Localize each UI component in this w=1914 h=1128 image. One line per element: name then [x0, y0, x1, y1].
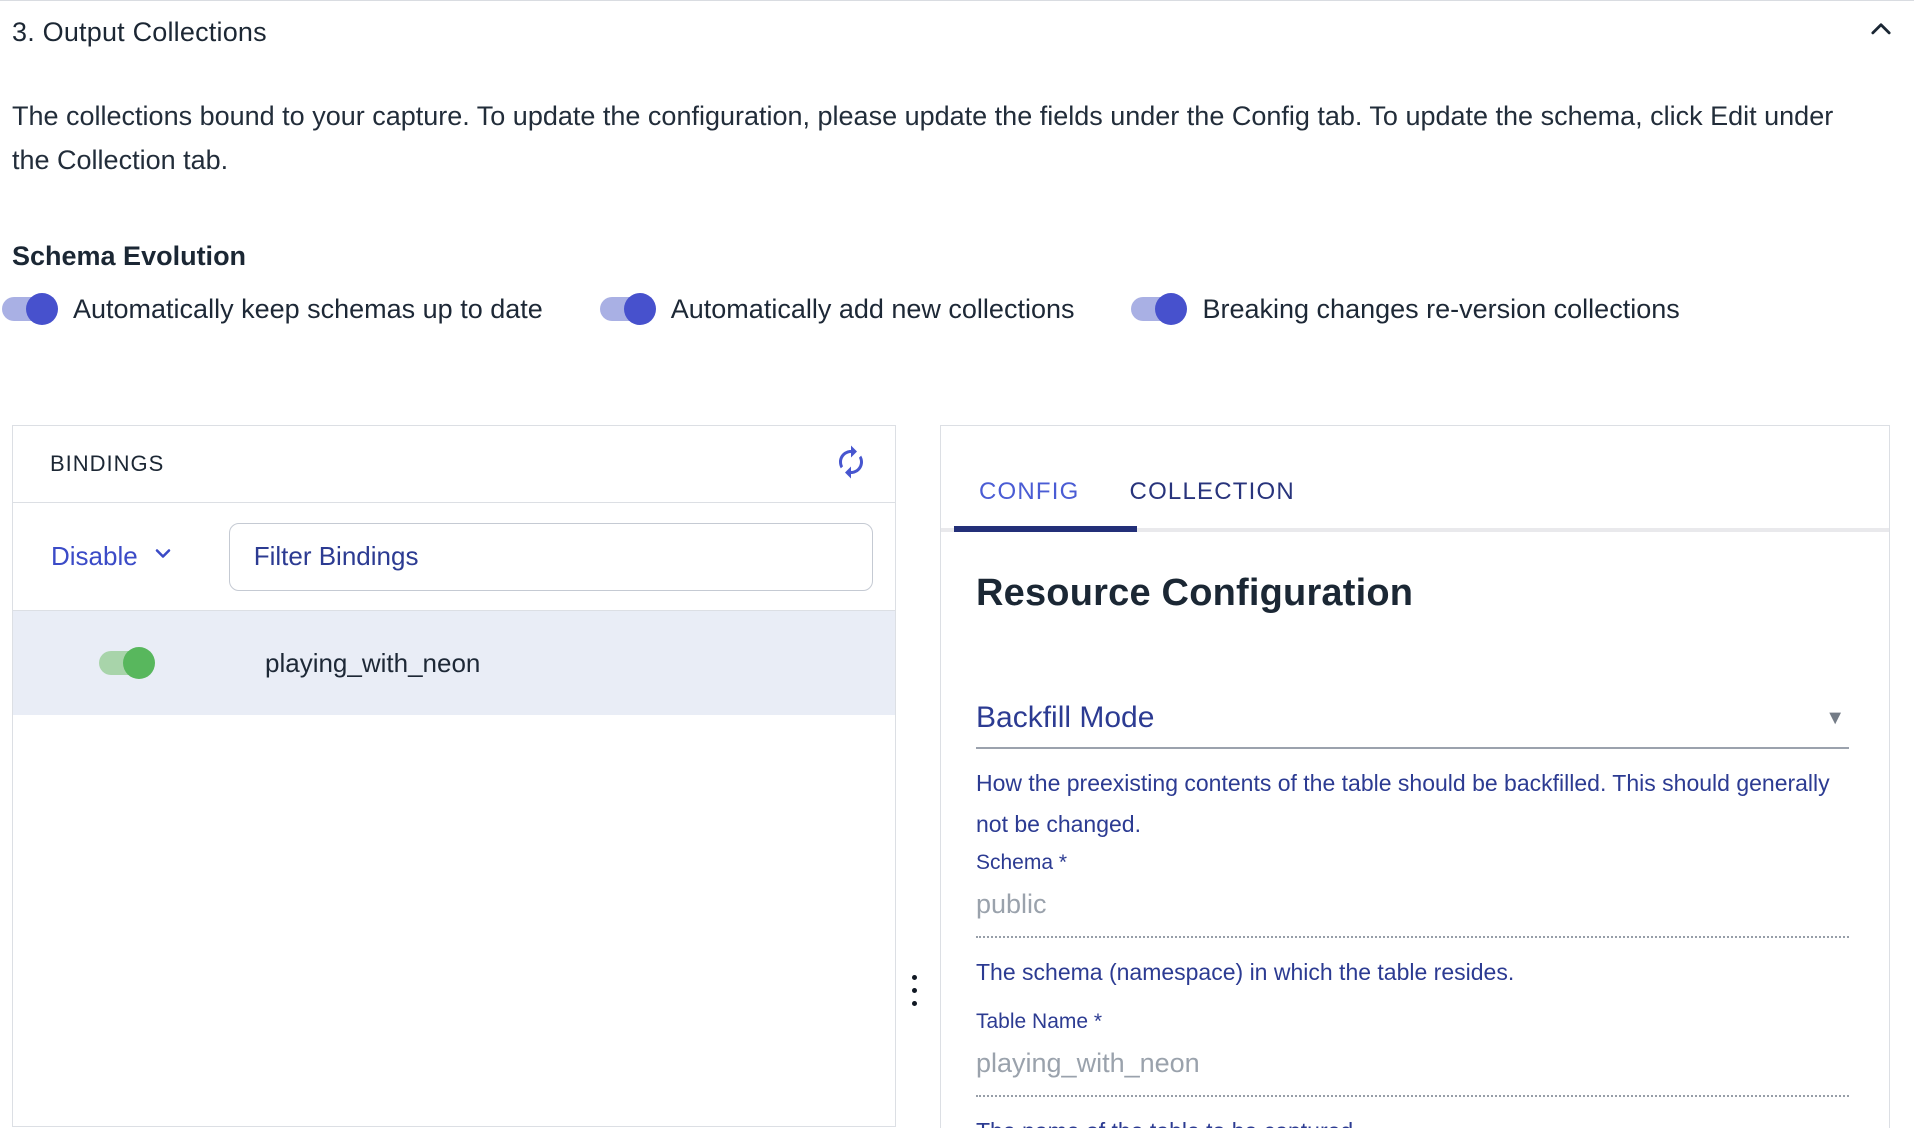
binding-row[interactable]: playing_with_neon	[13, 611, 895, 715]
section-description: The collections bound to your capture. T…	[12, 94, 1857, 182]
toggle-breaking-changes: Breaking changes re-version collections	[1131, 293, 1679, 325]
config-content: Resource Configuration Backfill Mode ▼ H…	[941, 572, 1889, 1128]
table-name-field-label: Table Name *	[976, 1010, 1849, 1034]
backfill-mode-select[interactable]: Backfill Mode ▼	[976, 701, 1849, 749]
output-collections-section: 3. Output Collections The collections bo…	[0, 0, 1914, 1128]
binding-name: playing_with_neon	[265, 648, 480, 679]
switch-knob	[624, 293, 656, 325]
tab-config[interactable]: CONFIG	[954, 426, 1105, 532]
refresh-bindings-button[interactable]	[831, 444, 871, 484]
backfill-mode-label: Backfill Mode	[976, 701, 1154, 735]
schema-field-description: The schema (namespace) in which the tabl…	[976, 952, 1849, 992]
schema-field-label: Schema *	[976, 851, 1849, 875]
toggle-keep-schemas: Automatically keep schemas up to date	[2, 293, 543, 325]
table-name-field-input	[976, 1048, 1849, 1079]
tab-list: CONFIG COLLECTION	[954, 426, 1320, 532]
chevron-down-icon	[151, 541, 175, 572]
switch-knob	[26, 293, 58, 325]
switch-knob	[1155, 293, 1187, 325]
toggle-label: Automatically keep schemas up to date	[73, 294, 543, 325]
disable-dropdown-label: Disable	[51, 541, 138, 572]
bindings-title: BINDINGS	[50, 451, 164, 477]
keep-schemas-switch[interactable]	[2, 293, 58, 325]
toggle-label: Breaking changes re-version collections	[1202, 294, 1679, 325]
schema-evolution-toggles: Automatically keep schemas up to date Au…	[2, 293, 1680, 325]
table-name-field	[976, 1034, 1849, 1097]
schema-field	[976, 875, 1849, 938]
bindings-controls: Disable	[13, 503, 895, 611]
active-tab-indicator	[954, 526, 1137, 532]
disable-dropdown-button[interactable]: Disable	[51, 541, 175, 572]
section-header: 3. Output Collections	[12, 1, 1898, 63]
panel-resize-handle[interactable]	[905, 971, 923, 1010]
refresh-icon	[833, 444, 869, 485]
schema-evolution-heading: Schema Evolution	[12, 241, 246, 272]
dropdown-arrow-icon[interactable]: ▼	[1825, 707, 1845, 730]
resource-configuration-heading: Resource Configuration	[976, 572, 1849, 615]
toggle-add-collections: Automatically add new collections	[600, 293, 1075, 325]
toggle-label: Automatically add new collections	[671, 294, 1075, 325]
add-collections-switch[interactable]	[600, 293, 656, 325]
tab-collection[interactable]: COLLECTION	[1105, 426, 1320, 532]
vertical-dots-icon	[912, 975, 917, 1006]
backfill-mode-description: How the preexisting contents of the tabl…	[976, 763, 1861, 845]
switch-knob	[123, 647, 155, 679]
binding-enabled-switch[interactable]	[99, 647, 155, 679]
breaking-changes-switch[interactable]	[1131, 293, 1187, 325]
schema-field-input	[976, 889, 1849, 920]
config-tabs: CONFIG COLLECTION	[941, 426, 1889, 532]
bindings-header: BINDINGS	[13, 426, 895, 503]
table-name-field-description: The name of the table to be captured.	[976, 1111, 1849, 1128]
chevron-up-icon	[1867, 16, 1895, 49]
collapse-section-button[interactable]	[1864, 15, 1898, 49]
config-panel: CONFIG COLLECTION Resource Configuration…	[940, 425, 1890, 1128]
filter-bindings-input[interactable]	[229, 523, 873, 591]
bindings-panel: BINDINGS Disable playing_with_neon	[12, 425, 896, 1127]
section-title: 3. Output Collections	[12, 17, 267, 48]
